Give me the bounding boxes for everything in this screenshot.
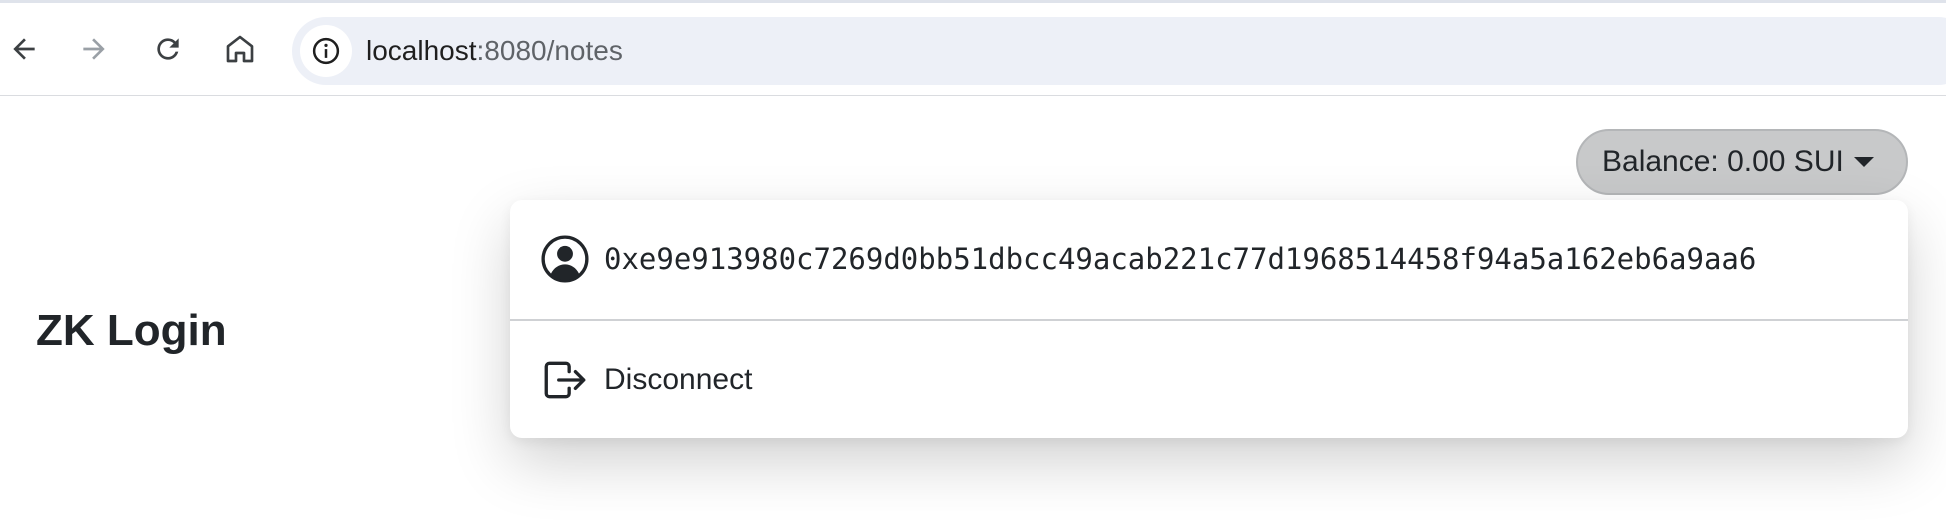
wallet-dropdown-menu: 0xe9e913980c7269d0bb51dbcc49acab221c77d1…: [510, 200, 1908, 438]
home-icon: [226, 35, 254, 63]
user-circle-icon: [541, 235, 589, 283]
page-content: ZK Login Balance: 0.00 SUI 0xe9e913980c7…: [0, 96, 1946, 528]
balance-dropdown-button[interactable]: Balance: 0.00 SUI: [1576, 129, 1908, 195]
reload-button[interactable]: [144, 25, 192, 73]
address-bar[interactable]: localhost:8080/notes: [292, 17, 1946, 85]
url-host: localhost: [366, 35, 477, 66]
arrow-right-icon: [83, 38, 105, 60]
logout-icon: [544, 361, 586, 398]
browser-toolbar: localhost:8080/notes: [0, 0, 1946, 96]
disconnect-button[interactable]: Disconnect: [510, 321, 1908, 438]
balance-label: Balance: 0.00 SUI: [1602, 145, 1844, 178]
site-info-button[interactable]: [300, 25, 352, 77]
caret-down-icon: [1853, 157, 1874, 167]
home-button[interactable]: [216, 25, 264, 73]
forward-button[interactable]: [70, 25, 118, 73]
arrow-left-icon: [13, 38, 35, 60]
reload-icon: [157, 38, 179, 60]
info-circle-icon: [312, 37, 340, 65]
back-button[interactable]: [0, 25, 48, 73]
url-path: :8080/notes: [476, 35, 623, 66]
wallet-address-item[interactable]: 0xe9e913980c7269d0bb51dbcc49acab221c77d1…: [510, 200, 1908, 318]
wallet-address: 0xe9e913980c7269d0bb51dbcc49acab221c77d1…: [604, 242, 1757, 276]
disconnect-label: Disconnect: [604, 362, 753, 396]
url-text[interactable]: localhost:8080/notes: [366, 35, 623, 67]
page-title: ZK Login: [36, 306, 227, 355]
